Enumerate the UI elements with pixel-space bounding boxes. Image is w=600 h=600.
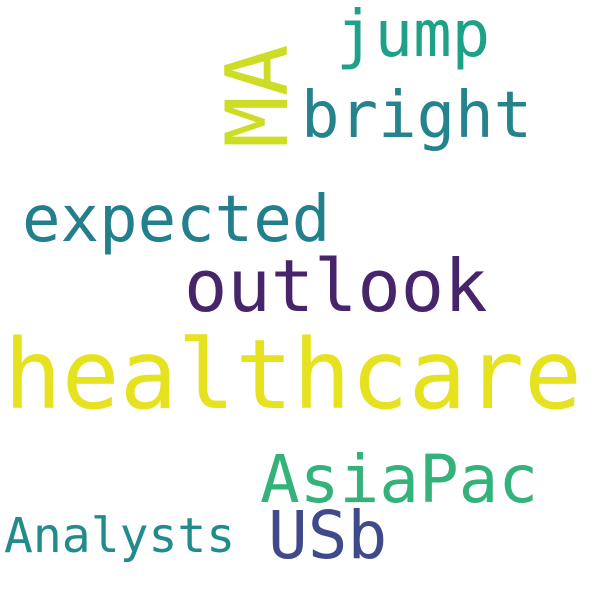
word-ma: MA (208, 44, 308, 148)
word-outlook: outlook (184, 244, 488, 328)
word-bright: bright (301, 79, 533, 153)
word-healthcare: healthcare (4, 319, 582, 431)
word-analysts: Analysts (4, 508, 236, 564)
word-cloud: jump MA bright expected outlook healthca… (0, 0, 600, 600)
word-jump: jump (336, 0, 491, 72)
word-expected: expected (22, 183, 331, 257)
word-usb: USb (268, 497, 388, 574)
